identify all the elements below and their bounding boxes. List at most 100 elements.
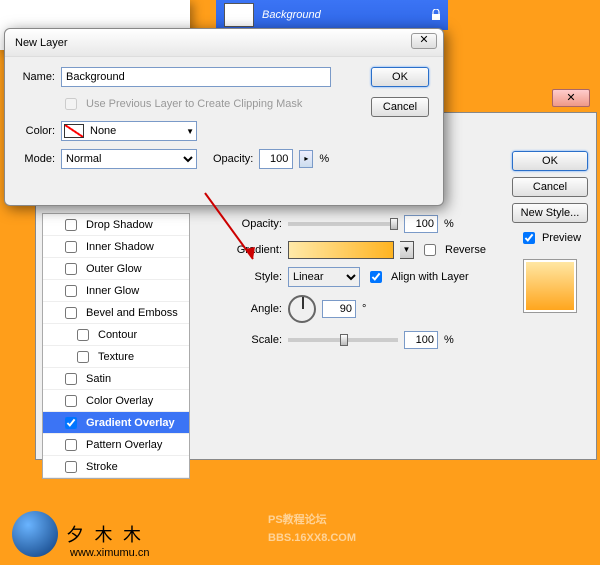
style-item-gradient-overlay[interactable]: Gradient Overlay: [43, 412, 189, 434]
color-swatch-none: [64, 124, 84, 138]
cancel-button[interactable]: Cancel: [371, 97, 429, 117]
color-label: Color:: [17, 125, 55, 137]
reverse-checkbox[interactable]: [424, 244, 436, 256]
style-item-pattern-overlay[interactable]: Pattern Overlay: [43, 434, 189, 456]
style-label: Outer Glow: [86, 263, 142, 275]
style-checkbox[interactable]: [77, 351, 89, 363]
close-icon[interactable]: ✕: [411, 33, 437, 49]
style-item-inner-glow[interactable]: Inner Glow: [43, 280, 189, 302]
style-checkbox[interactable]: [65, 373, 77, 385]
align-checkbox[interactable]: [370, 271, 382, 283]
style-checkbox[interactable]: [65, 461, 77, 473]
wm-line1: PS教程论坛: [268, 511, 356, 529]
ok-button[interactable]: OK: [371, 67, 429, 87]
dialog-button-column: OK Cancel: [371, 67, 433, 117]
style-list: Drop Shadow Inner Shadow Outer Glow Inner G…: [42, 213, 190, 479]
style-checkbox[interactable]: [65, 241, 77, 253]
style-checkbox[interactable]: [65, 439, 77, 451]
percent-sign-2: %: [444, 334, 454, 346]
style-label: Texture: [98, 351, 134, 363]
degree-sign: °: [362, 303, 366, 315]
preview-toggle[interactable]: Preview: [519, 229, 581, 247]
dialog-close-button[interactable]: ✕: [552, 89, 590, 107]
preview-label: Preview: [542, 232, 581, 244]
style-label: Stroke: [86, 461, 118, 473]
style-label: Contour: [98, 329, 137, 341]
ls-ok-button[interactable]: OK: [512, 151, 588, 171]
clipping-label: Use Previous Layer to Create Clipping Ma…: [86, 98, 302, 110]
style-checkbox[interactable]: [65, 219, 77, 231]
scale-slider[interactable]: [288, 338, 398, 342]
opacity-label: Opacity:: [213, 153, 253, 165]
chevron-down-icon: ▼: [186, 127, 194, 136]
style-item-satin[interactable]: Satin: [43, 368, 189, 390]
style-item-contour[interactable]: Contour: [43, 324, 189, 346]
opacity-label: Opacity:: [226, 218, 282, 230]
style-label: Color Overlay: [86, 395, 153, 407]
reverse-label: Reverse: [445, 244, 486, 256]
mode-label: Mode:: [17, 153, 55, 165]
mode-combo[interactable]: Normal: [61, 149, 197, 169]
style-checkbox[interactable]: [65, 285, 77, 297]
align-label: Align with Layer: [391, 271, 469, 283]
style-item-stroke[interactable]: Stroke: [43, 456, 189, 478]
gradient-overlay-panel: Opacity: % Gradient: ▼ Reverse Style: Li…: [226, 215, 536, 357]
opacity-flyout-arrow[interactable]: ▸: [299, 150, 313, 168]
new-style-button[interactable]: New Style...: [512, 203, 588, 223]
angle-label: Angle:: [226, 303, 282, 315]
brand-text: 夕 木 木: [66, 521, 144, 547]
scale-field[interactable]: [404, 331, 438, 349]
opacity-field[interactable]: [259, 149, 293, 169]
preview-checkbox[interactable]: [523, 232, 535, 244]
style-item-inner-shadow[interactable]: Inner Shadow: [43, 236, 189, 258]
style-label: Pattern Overlay: [86, 439, 162, 451]
style-item-bevel-and-emboss[interactable]: Bevel and Emboss: [43, 302, 189, 324]
angle-field[interactable]: [322, 300, 356, 318]
scale-label: Scale:: [226, 334, 282, 346]
style-label: Inner Glow: [86, 285, 139, 297]
style-checkbox[interactable]: [77, 329, 89, 341]
style-label: Gradient Overlay: [86, 417, 175, 429]
dialog-titlebar[interactable]: New Layer ✕: [5, 29, 443, 57]
style-label: Inner Shadow: [86, 241, 154, 253]
dialog-title: New Layer: [15, 37, 68, 49]
lock-icon: [430, 9, 442, 21]
preview-swatch: [523, 259, 577, 313]
color-value: None: [90, 125, 186, 137]
new-layer-dialog: New Layer ✕ Name: Use Previous Layer to …: [4, 28, 444, 206]
style-item-texture[interactable]: Texture: [43, 346, 189, 368]
style-item-color-overlay[interactable]: Color Overlay: [43, 390, 189, 412]
style-checkbox[interactable]: [65, 307, 77, 319]
style-checkbox[interactable]: [65, 263, 77, 275]
layer-style-buttons: OK Cancel New Style... Preview: [510, 151, 590, 313]
opacity-field[interactable]: [404, 215, 438, 233]
style-label: Drop Shadow: [86, 219, 153, 231]
brand-url: www.ximumu.cn: [70, 547, 149, 559]
name-label: Name:: [17, 71, 55, 83]
layer-thumbnail: [224, 3, 254, 27]
watermark-forum: PS教程论坛 BBS.16XX8.COM: [268, 511, 356, 547]
gradient-label: Gradient:: [226, 244, 282, 256]
layers-panel-row[interactable]: Background: [216, 0, 448, 30]
style-checkbox[interactable]: [65, 395, 77, 407]
style-checkbox[interactable]: [65, 417, 77, 429]
color-combo[interactable]: None ▼: [61, 121, 197, 141]
opacity-slider[interactable]: [288, 222, 398, 226]
style-label: Bevel and Emboss: [86, 307, 178, 319]
gradient-dropdown-arrow[interactable]: ▼: [400, 241, 414, 259]
ls-cancel-button[interactable]: Cancel: [512, 177, 588, 197]
clipping-checkbox: [65, 98, 77, 110]
style-item-outer-glow[interactable]: Outer Glow: [43, 258, 189, 280]
wm-line2: BBS.16XX8.COM: [268, 529, 356, 547]
angle-dial[interactable]: [288, 295, 316, 323]
percent-sign: %: [319, 153, 329, 165]
percent-sign: %: [444, 218, 454, 230]
gradient-preview[interactable]: [288, 241, 394, 259]
style-label: Style:: [226, 271, 282, 283]
style-combo[interactable]: Linear: [288, 267, 360, 287]
style-item-drop-shadow[interactable]: Drop Shadow: [43, 214, 189, 236]
logo-icon: [12, 511, 58, 557]
layer-name: Background: [262, 9, 321, 21]
style-label: Satin: [86, 373, 111, 385]
name-field[interactable]: [61, 67, 331, 87]
